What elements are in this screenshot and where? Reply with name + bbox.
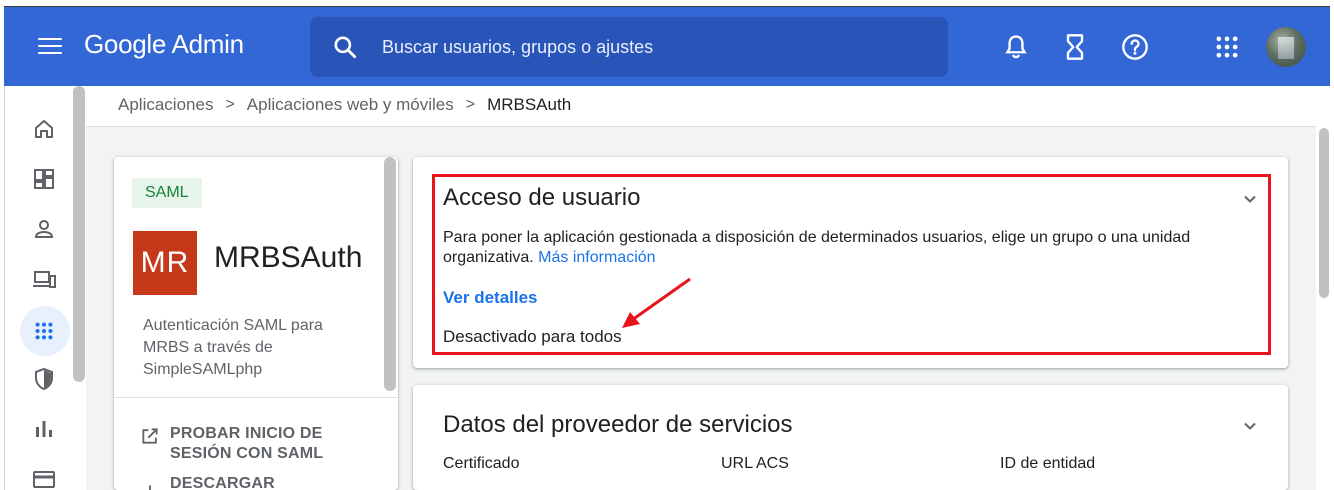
help-icon[interactable] bbox=[1121, 33, 1149, 61]
search-icon bbox=[334, 36, 357, 59]
app-summary-card: SAML MR MRBSAuth Autenticación SAML para… bbox=[114, 157, 398, 490]
home-icon[interactable] bbox=[31, 116, 57, 142]
entity-id-column-label: ID de entidad bbox=[1000, 455, 1096, 472]
download-icon bbox=[149, 485, 151, 490]
dashboard-icon[interactable] bbox=[31, 166, 57, 192]
acs-url-column-label: URL ACS bbox=[721, 455, 789, 472]
user-access-description: Para poner la aplicación gestionada a di… bbox=[443, 228, 1263, 268]
breadcrumb-aplicaciones[interactable]: Aplicaciones bbox=[118, 95, 213, 115]
saml-chip: SAML bbox=[132, 178, 202, 208]
card-divider bbox=[114, 397, 398, 398]
hourglass-icon[interactable] bbox=[1061, 33, 1089, 61]
more-info-link[interactable]: Más información bbox=[538, 249, 655, 266]
app-bar-inner: Google Admin bbox=[4, 6, 1330, 86]
apps-grid-icon[interactable] bbox=[1213, 33, 1241, 61]
menu-icon[interactable] bbox=[38, 38, 62, 56]
notifications-bell-icon[interactable] bbox=[1002, 33, 1030, 61]
nav-rail bbox=[4, 86, 86, 490]
page-scrollbar-thumb[interactable] bbox=[1319, 128, 1329, 298]
card-scrollbar[interactable] bbox=[384, 157, 396, 391]
certificate-column-label: Certificado bbox=[443, 455, 520, 472]
breadcrumb-separator: > bbox=[225, 96, 235, 113]
breadcrumb-web-mobile-apps[interactable]: Aplicaciones web y móviles bbox=[247, 95, 454, 115]
test-saml-login-line2: SESIÓN CON SAML bbox=[170, 445, 324, 462]
test-saml-login-line1: PROBAR INICIO DE bbox=[170, 425, 323, 442]
view-details-link[interactable]: Ver detalles bbox=[443, 288, 538, 308]
open-in-new-icon bbox=[142, 428, 158, 444]
user-icon[interactable] bbox=[31, 216, 57, 242]
logo-admin-text: Admin bbox=[171, 29, 245, 59]
service-provider-title: Datos del proveedor de servicios bbox=[443, 411, 793, 438]
search-input[interactable] bbox=[382, 17, 922, 77]
rail-scrollbar[interactable] bbox=[73, 86, 85, 382]
user-access-title: Acceso de usuario bbox=[443, 184, 641, 211]
app-bar: Google Admin bbox=[0, 0, 1334, 90]
annotation-arrow bbox=[622, 277, 691, 328]
google-admin-logo[interactable]: Google Admin bbox=[84, 29, 244, 60]
avatar[interactable] bbox=[1266, 27, 1306, 67]
test-saml-login-button[interactable]: PROBAR INICIO DE SESIÓN CON SAML bbox=[140, 424, 323, 464]
chevron-down-icon[interactable] bbox=[1240, 416, 1260, 436]
app-logo: MR bbox=[133, 231, 197, 295]
download-button[interactable]: DESCARGAR bbox=[140, 474, 275, 490]
apps-icon[interactable] bbox=[31, 318, 57, 344]
chevron-down-icon[interactable] bbox=[1240, 189, 1260, 209]
search-bar[interactable] bbox=[310, 17, 948, 77]
download-label: DESCARGAR bbox=[170, 475, 275, 490]
app-description: Autenticación SAML para MRBS a través de… bbox=[143, 317, 323, 378]
reports-bar-chart-icon[interactable] bbox=[31, 416, 57, 442]
breadcrumb-separator: > bbox=[465, 96, 476, 113]
logo-google-text: Google bbox=[84, 29, 167, 59]
breadcrumb: Aplicaciones > Aplicaciones web y móvile… bbox=[118, 95, 571, 115]
devices-icon[interactable] bbox=[31, 266, 57, 292]
app-name: MRBSAuth bbox=[214, 241, 363, 274]
test-saml-login-label: PROBAR INICIO DE SESIÓN CON SAML bbox=[170, 424, 323, 464]
security-shield-icon[interactable] bbox=[31, 366, 57, 392]
access-status: Desactivado para todos bbox=[443, 327, 622, 346]
breadcrumb-current: MRBSAuth bbox=[487, 95, 572, 114]
billing-card-icon[interactable] bbox=[31, 466, 57, 490]
